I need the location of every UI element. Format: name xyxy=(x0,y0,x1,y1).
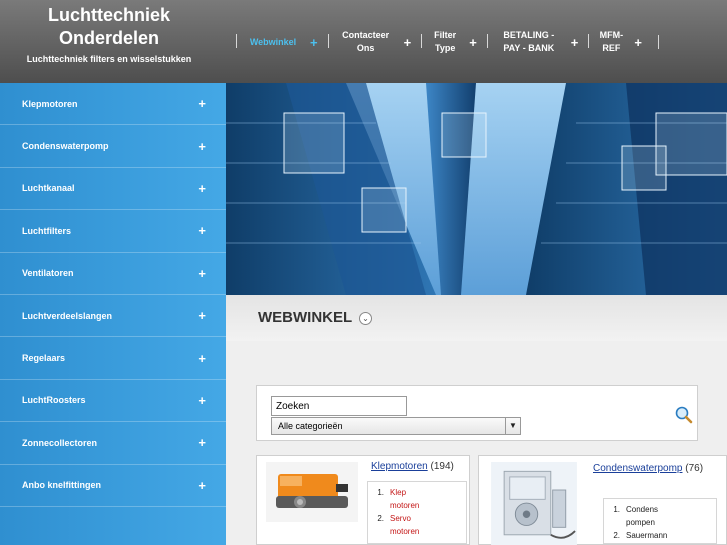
sidebar-item-luchtroosters[interactable]: LuchtRoosters + xyxy=(0,380,226,423)
sidebar-item-regelaars[interactable]: Regelaars + xyxy=(0,337,226,380)
sidebar-item-label[interactable]: Anbo knelfittingen xyxy=(22,480,101,490)
plus-icon[interactable]: + xyxy=(198,351,206,366)
category-sidebar: Klepmotoren + Condenswaterpomp + Luchtkana… xyxy=(0,83,226,545)
plus-icon[interactable]: + xyxy=(310,35,318,50)
nav-label[interactable]: Webwinkel xyxy=(246,36,300,49)
product-grid: Klepmotoren (194) 1. Klep motoren 2. Servo… xyxy=(256,455,727,545)
plus-icon[interactable]: + xyxy=(571,35,579,50)
list-item[interactable]: 1. Klep motoren xyxy=(368,486,466,512)
sidebar-item-label[interactable]: Ventilatoren xyxy=(22,268,74,278)
dropdown-arrow-icon[interactable]: ▼ xyxy=(505,418,520,434)
nav-label[interactable]: BETALING - PAY - BANK xyxy=(497,29,561,55)
main-nav: Webwinkel + Contacteer Ons + Filter Type… xyxy=(236,22,659,62)
nav-item-betaling[interactable]: BETALING - PAY - BANK + xyxy=(486,22,589,62)
sidebar-item-label[interactable]: Luchtkanaal xyxy=(22,183,75,193)
nav-label[interactable]: Contacteer Ons xyxy=(338,29,394,55)
sidebar-item-luchtverdeelslangen[interactable]: Luchtverdeelslangen + xyxy=(0,295,226,338)
sidebar-item-luchtkanaal[interactable]: Luchtkanaal + xyxy=(0,168,226,211)
plus-icon[interactable]: + xyxy=(634,35,642,50)
nav-item-mfm-ref[interactable]: MFM-REF + xyxy=(588,22,652,62)
subcategory-link[interactable]: Servo motoren xyxy=(390,512,428,538)
page-title: WEBWINKEL xyxy=(258,309,353,326)
sidebar-item-label[interactable]: Luchtfilters xyxy=(22,226,71,236)
nav-item-contacteer-ons[interactable]: Contacteer Ons + xyxy=(327,22,422,62)
list-item[interactable]: 2. Sauermann xyxy=(604,529,716,542)
sidebar-item-label[interactable]: Klepmotoren xyxy=(22,99,78,109)
site-logo[interactable]: Luchttechniek Onderdelen Luchttechniek f… xyxy=(24,4,194,66)
nav-divider xyxy=(657,35,659,49)
subcategory-link[interactable]: Sauermann xyxy=(626,529,674,542)
search-panel: Alle categorieën ▼ xyxy=(256,385,698,441)
magnifier-icon[interactable] xyxy=(674,405,694,425)
nav-label[interactable]: Filter Type xyxy=(431,29,459,55)
sidebar-item-anbo-knelfittingen[interactable]: Anbo knelfittingen + xyxy=(0,465,226,507)
nav-item-webwinkel[interactable]: Webwinkel + xyxy=(236,22,328,62)
subcategory-list: 1. Condens pompen 2. Sauermann xyxy=(603,498,717,544)
condenswaterpomp-image[interactable] xyxy=(488,462,580,545)
sidebar-item-label[interactable]: Luchtverdeelslangen xyxy=(22,311,112,321)
sidebar-item-zonnecollectoren[interactable]: Zonnecollectoren + xyxy=(0,422,226,465)
search-input[interactable] xyxy=(271,396,407,416)
product-title: Klepmotoren (194) xyxy=(371,461,454,472)
list-number: 1. xyxy=(377,488,384,497)
product-count: (194) xyxy=(430,461,454,472)
sidebar-item-luchtfilters[interactable]: Luchtfilters + xyxy=(0,210,226,253)
list-number: 1. xyxy=(613,505,620,514)
nav-item-filter-type[interactable]: Filter Type + xyxy=(421,22,487,62)
sidebar-item-ventilatoren[interactable]: Ventilatoren + xyxy=(0,253,226,295)
plus-icon[interactable]: + xyxy=(198,308,206,323)
list-number: 2. xyxy=(613,531,620,540)
product-card-klepmotoren: Klepmotoren (194) 1. Klep motoren 2. Servo… xyxy=(256,455,470,545)
list-item[interactable]: 1. Condens pompen xyxy=(604,503,716,529)
sidebar-item-label[interactable]: Regelaars xyxy=(22,353,65,363)
plus-icon[interactable]: + xyxy=(404,35,412,50)
plus-icon[interactable]: + xyxy=(198,393,206,408)
hero-banner xyxy=(226,83,727,295)
plus-icon[interactable]: + xyxy=(198,96,206,111)
subcategory-list: 1. Klep motoren 2. Servo motoren xyxy=(367,481,467,544)
sidebar-item-label[interactable]: LuchtRoosters xyxy=(22,395,86,405)
list-number: 2. xyxy=(377,514,384,523)
product-link-condenswaterpomp[interactable]: Condenswaterpomp xyxy=(593,463,683,474)
product-count: (76) xyxy=(685,463,704,474)
plus-icon[interactable]: + xyxy=(469,35,477,50)
skyscraper-image xyxy=(226,83,727,295)
plus-icon[interactable]: + xyxy=(198,435,206,450)
plus-icon[interactable]: + xyxy=(198,181,206,196)
main-content: WEBWINKEL ⌄ Alle categorieën ▼ Klepmo xyxy=(226,295,727,545)
product-title: Condenswaterpomp (76) xyxy=(593,461,723,477)
plus-icon[interactable]: + xyxy=(198,266,206,281)
category-select-value[interactable]: Alle categorieën xyxy=(278,421,343,431)
sidebar-item-label[interactable]: Zonnecollectoren xyxy=(22,438,97,448)
klepmotor-image[interactable] xyxy=(266,462,358,522)
subcategory-link[interactable]: Klep motoren xyxy=(390,486,428,512)
nav-label[interactable]: MFM-REF xyxy=(598,29,624,55)
title-bar: WEBWINKEL ⌄ xyxy=(226,295,727,341)
plus-icon[interactable]: + xyxy=(198,478,206,493)
list-item[interactable]: 2. Servo motoren xyxy=(368,512,466,538)
sidebar-item-condenswaterpomp[interactable]: Condenswaterpomp + xyxy=(0,125,226,168)
sidebar-item-klepmotoren[interactable]: Klepmotoren + xyxy=(0,83,226,126)
product-link-klepmotoren[interactable]: Klepmotoren xyxy=(371,461,428,472)
plus-icon[interactable]: + xyxy=(198,139,206,154)
site-header: Luchttechniek Onderdelen Luchttechniek f… xyxy=(0,0,727,83)
site-subtitle: Luchttechniek filters en wisselstukken xyxy=(26,54,192,64)
chevron-down-icon[interactable]: ⌄ xyxy=(359,312,372,325)
site-title[interactable]: Luchttechniek Onderdelen xyxy=(24,4,194,50)
product-card-condenswaterpomp: Condenswaterpomp (76) 1. Condens pompen 2… xyxy=(478,455,727,545)
plus-icon[interactable]: + xyxy=(198,223,206,238)
sidebar-item-label[interactable]: Condenswaterpomp xyxy=(22,141,109,151)
subcategory-link[interactable]: Condens pompen xyxy=(626,503,674,529)
category-select[interactable]: Alle categorieën ▼ xyxy=(271,417,521,435)
